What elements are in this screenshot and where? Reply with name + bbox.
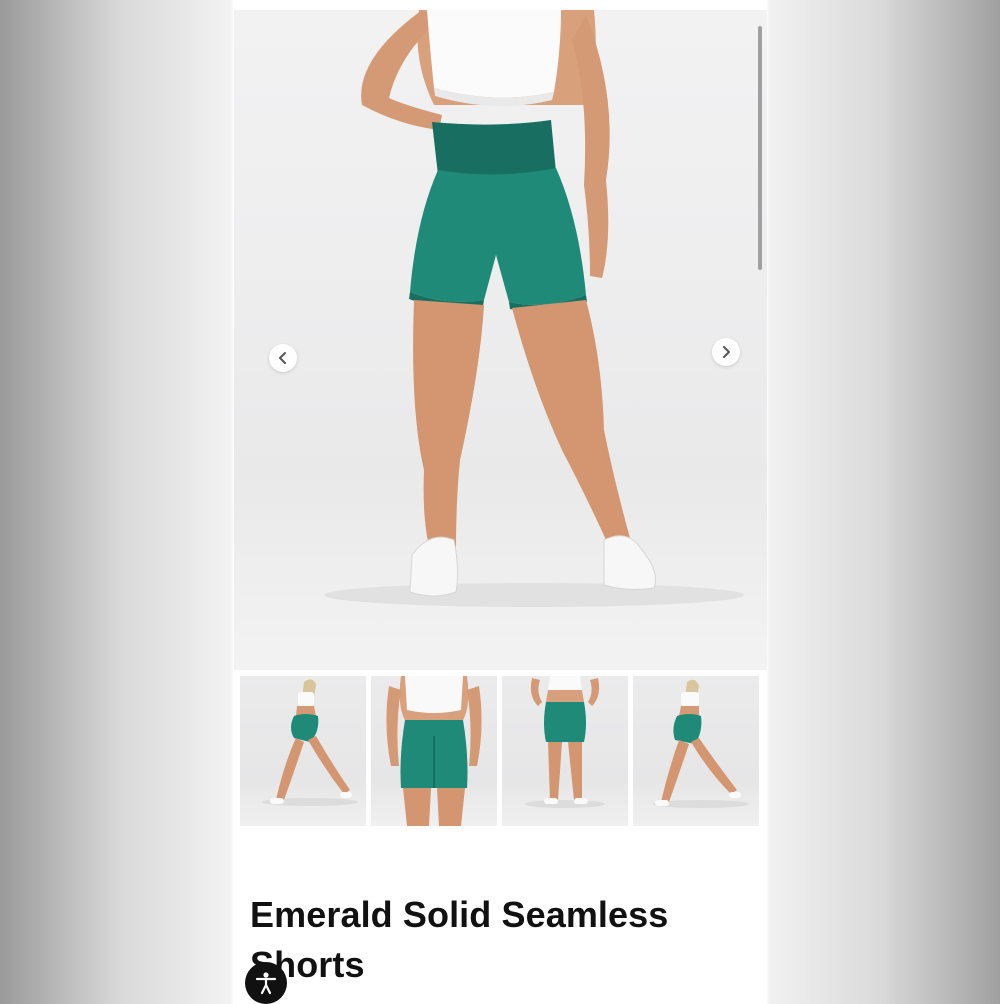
- thumbnail-image: [525, 676, 605, 808]
- thumbnail-image: [262, 679, 358, 806]
- model-front-illustration: [324, 10, 744, 607]
- chevron-right-icon: [723, 346, 730, 358]
- thumbnail-back-view[interactable]: [371, 676, 497, 826]
- previous-image-button[interactable]: [269, 344, 297, 372]
- thumbnail-side-view[interactable]: [240, 676, 366, 826]
- thumbnail-image: [653, 679, 749, 808]
- thumbnail-side-stride-view[interactable]: [633, 676, 759, 826]
- scrollbar[interactable]: [758, 26, 762, 270]
- thumbnail-strip: [240, 676, 761, 826]
- chevron-left-icon: [279, 352, 286, 364]
- thumbnail-back-full-view[interactable]: [502, 676, 628, 826]
- accessibility-button[interactable]: [245, 962, 287, 1004]
- product-page: Emerald Solid Seamless Shorts: [234, 0, 767, 1000]
- thumbnail-image: [386, 676, 482, 826]
- main-product-image[interactable]: [234, 10, 767, 670]
- product-title: Emerald Solid Seamless Shorts: [250, 894, 669, 985]
- next-image-button[interactable]: [712, 338, 740, 366]
- accessibility-icon: [255, 972, 277, 995]
